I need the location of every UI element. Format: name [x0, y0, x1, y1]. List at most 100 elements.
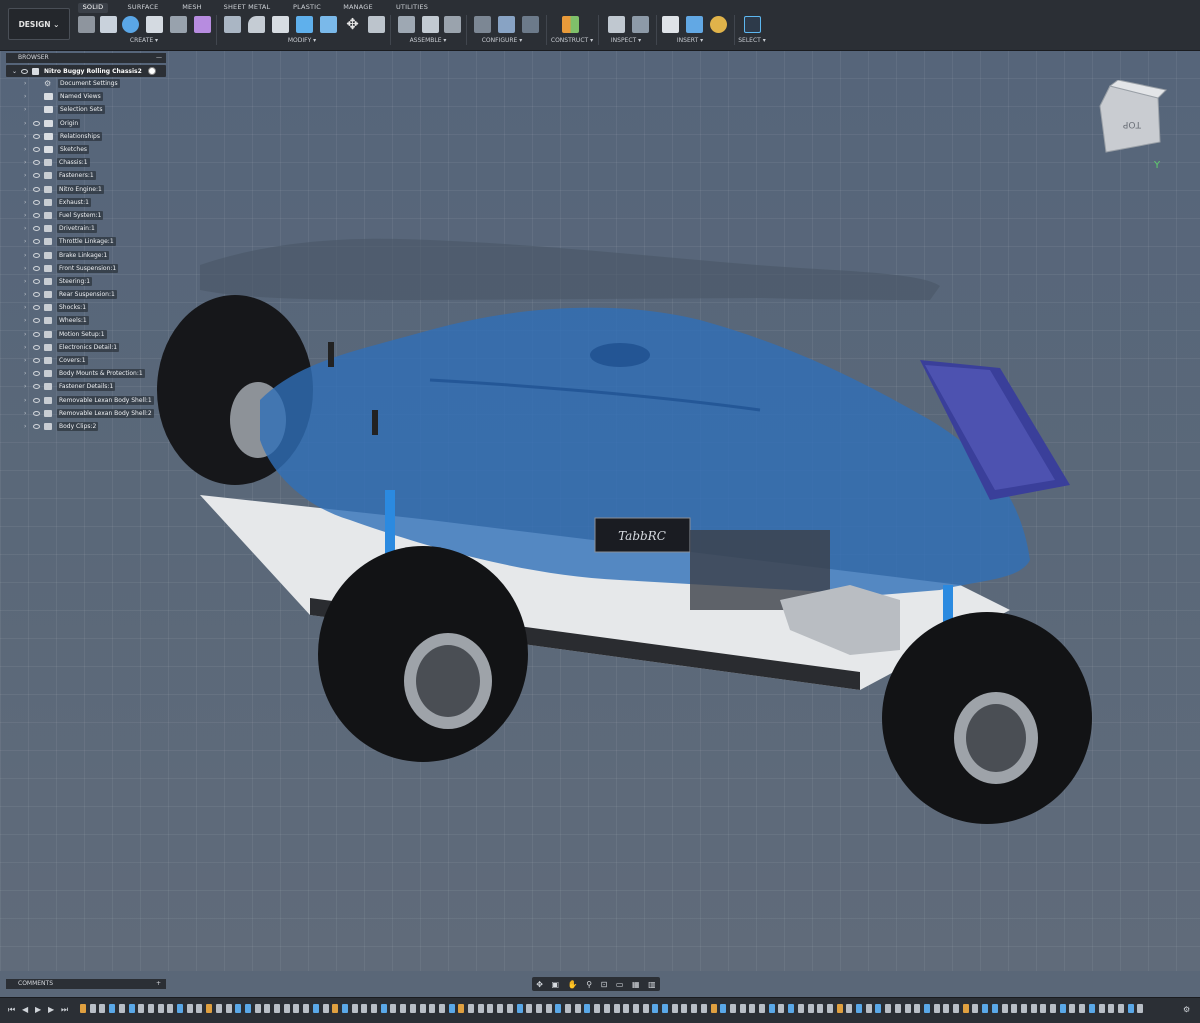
browser-node[interactable]: › Throttle Linkage:1	[6, 235, 166, 248]
step-back-icon[interactable]: ◀	[22, 1005, 28, 1014]
chevron-right-icon[interactable]: ›	[24, 186, 30, 193]
timeline-feature-icon[interactable]	[147, 1004, 154, 1013]
timeline-feature-icon[interactable]	[788, 1004, 795, 1013]
timeline-feature-icon[interactable]	[885, 1004, 892, 1013]
timeline-feature-icon[interactable]	[662, 1004, 668, 1013]
timeline-feature-icon[interactable]	[710, 1004, 717, 1013]
timeline-feature-icon[interactable]	[254, 1004, 261, 1013]
timeline-feature-icon[interactable]	[1050, 1004, 1056, 1013]
group-modify[interactable]: MODIFY ▾	[262, 37, 342, 44]
browser-node[interactable]: › Motion Setup:1	[6, 328, 166, 341]
browser-node[interactable]: › Rear Suspension:1	[6, 288, 166, 301]
visibility-eye-icon[interactable]	[33, 278, 40, 284]
timeline-feature-icon[interactable]	[341, 1004, 348, 1013]
timeline-feature-icon[interactable]	[138, 1004, 145, 1013]
timeline-feature-icon[interactable]	[157, 1004, 164, 1013]
timeline-feature-icon[interactable]	[380, 1004, 387, 1013]
browser-node[interactable]: › Electronics Detail:1	[6, 341, 166, 354]
chevron-right-icon[interactable]: ›	[24, 265, 30, 272]
configure-icon[interactable]	[474, 16, 491, 33]
browser-node[interactable]: › Wheels:1	[6, 314, 166, 327]
extrude-icon[interactable]	[100, 16, 117, 33]
timeline-feature-icon[interactable]	[332, 1004, 339, 1013]
add-comment-button[interactable]: +	[156, 979, 161, 989]
timeline-feature-icon[interactable]	[778, 1004, 785, 1013]
timeline-feature-icon[interactable]	[933, 1004, 940, 1013]
timeline-feature-icon[interactable]	[118, 1004, 125, 1013]
timeline-feature-icon[interactable]	[506, 1004, 513, 1013]
visibility-eye-icon[interactable]	[33, 371, 40, 377]
tab-surface[interactable]: SURFACE	[124, 3, 162, 13]
chevron-right-icon[interactable]: ›	[24, 410, 30, 417]
timeline-feature-icon[interactable]	[681, 1004, 688, 1013]
visibility-eye-icon[interactable]	[33, 199, 40, 205]
chevron-right-icon[interactable]: ›	[24, 172, 30, 179]
browser-node[interactable]: › Steering:1	[6, 275, 166, 288]
browser-node[interactable]: › Fastener Details:1	[6, 380, 166, 393]
chevron-right-icon[interactable]: ›	[24, 344, 30, 351]
browser-node[interactable]: › Sketches	[6, 143, 166, 156]
tab-plastic[interactable]: PLASTIC	[290, 3, 324, 13]
timeline-feature-icon[interactable]	[594, 1004, 601, 1013]
timeline-feature-icon[interactable]	[215, 1004, 222, 1013]
combine-icon[interactable]	[320, 16, 337, 33]
timeline-feature-icon[interactable]	[419, 1004, 426, 1013]
timeline-feature-icon[interactable]	[565, 1004, 571, 1013]
timeline-feature-icon[interactable]	[109, 1004, 116, 1013]
visibility-eye-icon[interactable]	[33, 212, 40, 218]
timeline-feature-icon[interactable]	[477, 1004, 484, 1013]
timeline-feature-icon[interactable]	[1069, 1004, 1076, 1013]
new-component-assemble-icon[interactable]	[398, 16, 415, 33]
chevron-right-icon[interactable]: ›	[24, 238, 30, 245]
chevron-right-icon[interactable]: ›	[24, 146, 30, 153]
browser-node[interactable]: › Relationships	[6, 130, 166, 143]
timeline-feature-icon[interactable]	[720, 1004, 727, 1013]
timeline-feature-icon[interactable]	[196, 1004, 203, 1013]
joint-icon[interactable]	[422, 16, 439, 33]
chevron-right-icon[interactable]: ›	[24, 397, 30, 404]
create-sketch-icon[interactable]	[78, 16, 95, 33]
visibility-eye-icon[interactable]	[33, 239, 40, 245]
timeline-feature-icon[interactable]	[497, 1004, 504, 1013]
group-select[interactable]: SELECT ▾	[712, 37, 792, 44]
shell-icon[interactable]	[296, 16, 313, 33]
timeline-feature-icon[interactable]	[89, 1004, 96, 1013]
timeline-feature-icon[interactable]	[322, 1004, 329, 1013]
timeline-feature-icon[interactable]	[1088, 1004, 1095, 1013]
timeline-feature-icon[interactable]	[923, 1004, 930, 1013]
timeline-feature-icon[interactable]	[836, 1004, 843, 1013]
timeline-feature-icon[interactable]	[632, 1004, 639, 1013]
timeline-feature-icon[interactable]	[409, 1004, 416, 1013]
timeline-feature-icon[interactable]	[1011, 1004, 1018, 1013]
insert-derive-icon[interactable]	[662, 16, 679, 33]
timeline-feature-icon[interactable]	[1001, 1004, 1008, 1013]
chevron-right-icon[interactable]: ›	[24, 423, 30, 430]
timeline-feature-icon[interactable]	[671, 1004, 678, 1013]
viewports-icon[interactable]: ▥	[648, 980, 656, 989]
timeline-feature-icon[interactable]	[1079, 1004, 1086, 1013]
chevron-down-icon[interactable]: ⌄	[12, 68, 18, 75]
timeline-feature-icon[interactable]	[768, 1004, 775, 1013]
chevron-right-icon[interactable]: ›	[24, 225, 30, 232]
chevron-right-icon[interactable]: ›	[24, 304, 30, 311]
group-configure[interactable]: CONFIGURE ▾	[462, 37, 542, 44]
chevron-right-icon[interactable]: ›	[24, 199, 30, 206]
parameters-icon[interactable]	[498, 16, 515, 33]
timeline-feature-icon[interactable]	[526, 1004, 533, 1013]
tab-sheet-metal[interactable]: SHEET METAL	[222, 3, 272, 13]
pan-icon[interactable]: ✋	[568, 980, 578, 989]
timeline-feature-icon[interactable]	[1030, 1004, 1037, 1013]
press-pull-icon[interactable]	[224, 16, 241, 33]
timeline-feature-icon[interactable]	[351, 1004, 358, 1013]
timeline-feature-icon[interactable]	[729, 1004, 736, 1013]
chevron-right-icon[interactable]: ›	[24, 133, 30, 140]
browser-node[interactable]: › Exhaust:1	[6, 196, 166, 209]
select-icon[interactable]	[744, 16, 761, 33]
timeline-feature-icon[interactable]	[1040, 1004, 1047, 1013]
timeline-feature-icon[interactable]	[535, 1004, 542, 1013]
chevron-right-icon[interactable]: ›	[24, 80, 30, 87]
visibility-eye-icon[interactable]	[33, 318, 40, 324]
timeline-feature-icon[interactable]	[1117, 1004, 1124, 1013]
group-create[interactable]: CREATE ▾	[104, 37, 184, 44]
tab-manage[interactable]: MANAGE	[340, 3, 376, 13]
